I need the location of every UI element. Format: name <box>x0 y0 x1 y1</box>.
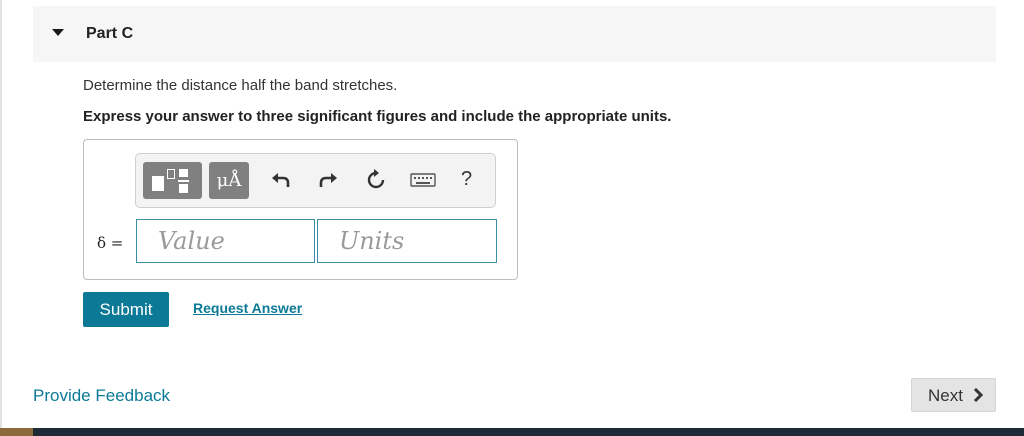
bottom-bar <box>0 428 1024 436</box>
units-input[interactable]: Units <box>317 219 497 263</box>
value-placeholder: Value <box>158 227 225 255</box>
math-toolbar: μÅ ? <box>135 153 496 208</box>
answer-instruction: Express your answer to three significant… <box>83 108 672 125</box>
collapse-caret-icon[interactable] <box>52 29 64 36</box>
units-button[interactable]: μÅ <box>209 162 249 199</box>
variable-label: δ = <box>97 234 124 252</box>
help-button[interactable]: ? <box>461 168 472 191</box>
part-title: Part C <box>86 25 134 42</box>
undo-icon[interactable] <box>269 168 293 192</box>
answer-box: μÅ ? δ = Value Units <box>83 139 518 280</box>
next-label: Next <box>928 386 963 405</box>
provide-feedback-link[interactable]: Provide Feedback <box>33 386 170 406</box>
part-header[interactable]: Part C <box>33 6 996 62</box>
templates-button[interactable] <box>143 162 202 199</box>
keyboard-icon[interactable] <box>410 168 436 192</box>
bottom-accent <box>0 428 33 436</box>
value-input[interactable]: Value <box>136 219 315 263</box>
submit-button[interactable]: Submit <box>83 292 169 327</box>
chevron-right-icon <box>973 388 984 402</box>
next-button[interactable]: Next <box>911 378 996 412</box>
units-placeholder: Units <box>339 227 405 255</box>
request-answer-link[interactable]: Request Answer <box>193 300 302 316</box>
question-prompt: Determine the distance half the band str… <box>83 77 398 94</box>
reset-icon[interactable] <box>364 168 388 192</box>
left-border <box>0 0 2 430</box>
redo-icon[interactable] <box>316 168 340 192</box>
